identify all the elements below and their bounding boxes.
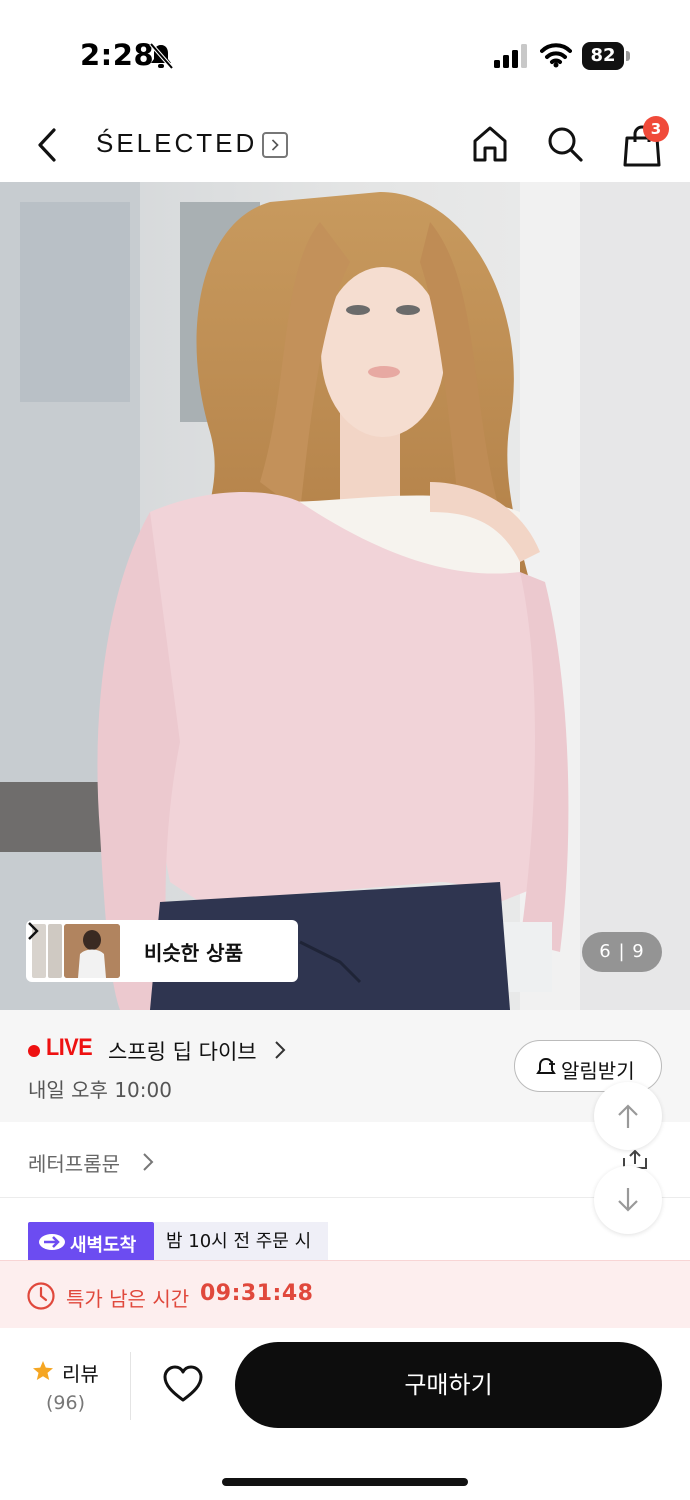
brand-store-label: 레터프롬문	[28, 1152, 120, 1176]
scroll-down-button[interactable]	[594, 1166, 662, 1234]
dawn-delivery-badge: 새벽도착	[28, 1222, 154, 1262]
buy-button[interactable]: 구매하기	[235, 1342, 662, 1428]
review-button[interactable]: 리뷰 (96)	[30, 1356, 130, 1420]
bell-plus-icon	[536, 1057, 556, 1074]
battery-level: 82	[582, 42, 624, 70]
scroll-up-button[interactable]	[594, 1082, 662, 1150]
star-icon	[33, 1361, 53, 1380]
live-dot-icon	[28, 1045, 40, 1057]
sale-timer-countdown: 09:31:48	[200, 1281, 314, 1306]
review-count: (96)	[46, 1392, 86, 1414]
heart-icon[interactable]	[162, 1364, 204, 1404]
live-tag: LIVE	[46, 1034, 93, 1061]
product-image-carousel[interactable]: 비슷한 상품 6 | 9	[0, 182, 690, 1010]
chevron-right-icon	[275, 1041, 286, 1059]
battery-tip	[626, 51, 630, 61]
arrow-up-icon	[618, 1104, 638, 1128]
status-bar: 2:28 82	[0, 0, 690, 110]
product-photo	[0, 182, 690, 1010]
dawn-delivery-label: 새벽도착	[70, 1235, 137, 1256]
chevron-right-icon	[28, 922, 39, 940]
home-icon[interactable]	[470, 124, 510, 164]
notify-label: 알림받기	[561, 1059, 635, 1083]
brand-store-row[interactable]: 레터프롬문	[0, 1122, 690, 1198]
home-indicator[interactable]	[222, 1478, 468, 1486]
wifi-icon	[540, 43, 572, 68]
divider	[130, 1352, 131, 1420]
arrow-down-icon	[618, 1188, 638, 1212]
similar-thumb-image	[64, 924, 120, 978]
back-icon[interactable]	[30, 124, 66, 166]
clock-icon	[27, 1282, 55, 1310]
chevron-right-icon	[143, 1153, 154, 1171]
similar-thumb	[64, 924, 120, 978]
delivery-plane-icon	[39, 1234, 65, 1250]
status-time: 2:28	[80, 38, 155, 72]
brand-name[interactable]: ŚELECTED	[96, 128, 257, 159]
battery-icon: 82	[582, 42, 630, 70]
live-broadcast-section[interactable]: LIVE 스프링 딥 다이브 내일 오후 10:00 알림받기	[0, 1010, 690, 1122]
similar-products-button[interactable]: 비슷한 상품	[26, 920, 298, 982]
signal-icon	[494, 44, 527, 68]
sale-timer-label: 특가 남은 시간	[66, 1287, 190, 1311]
similar-products-label: 비슷한 상품	[144, 941, 243, 965]
similar-thumb	[48, 924, 62, 978]
review-label: 리뷰	[62, 1362, 99, 1386]
live-title[interactable]: 스프링 딥 다이브	[108, 1036, 257, 1066]
bottom-action-bar: 리뷰 (96) 구매하기	[0, 1328, 690, 1500]
image-page-indicator: 6 | 9	[582, 932, 662, 972]
bell-off-icon	[149, 42, 174, 70]
top-nav: ŚELECTED	[0, 110, 690, 182]
cart-count-badge: 3	[643, 116, 669, 142]
brand-chevron-icon[interactable]	[262, 132, 288, 158]
sale-timer-banner: 특가 남은 시간 09:31:48	[0, 1260, 690, 1328]
live-schedule-time: 내일 오후 10:00	[28, 1078, 172, 1102]
delivery-condition: 밤 10시 전 주문 시	[154, 1222, 328, 1262]
search-icon[interactable]	[545, 124, 585, 164]
